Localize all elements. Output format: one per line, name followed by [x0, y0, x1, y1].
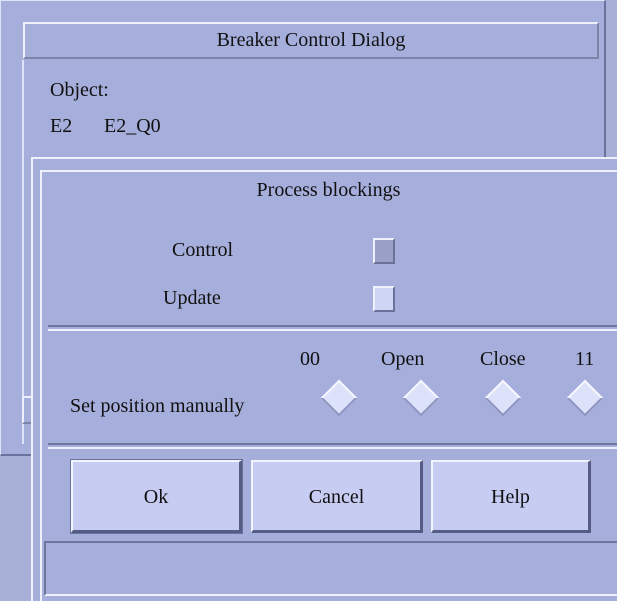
process-blockings-panel	[40, 170, 617, 601]
control-checkbox[interactable]	[373, 238, 395, 264]
cancel-button[interactable]: Cancel	[251, 460, 423, 533]
update-checkbox[interactable]	[373, 286, 395, 312]
set-position-label: Set position manually	[70, 395, 245, 417]
object-station: E2	[50, 115, 73, 137]
breaker-dialog-title: Breaker Control Dialog	[23, 22, 599, 59]
ok-button[interactable]: Ok	[70, 459, 243, 534]
separator	[48, 443, 617, 445]
help-button[interactable]: Help	[431, 460, 591, 533]
process-blockings-title: Process blockings	[256, 179, 401, 201]
position-option-00-label: 00	[300, 348, 320, 370]
update-label: Update	[163, 287, 221, 309]
object-label: Object:	[50, 79, 109, 101]
separator-highlight	[48, 447, 617, 449]
status-bar	[44, 541, 617, 596]
position-option-open-label: Open	[381, 348, 425, 370]
position-option-close-label: Close	[480, 348, 526, 370]
dialog-edge	[22, 60, 24, 444]
separator-highlight	[48, 329, 617, 331]
position-option-11-label: 11	[575, 348, 595, 370]
separator	[48, 325, 617, 327]
object-id: E2_Q0	[104, 115, 161, 137]
control-label: Control	[172, 239, 234, 261]
